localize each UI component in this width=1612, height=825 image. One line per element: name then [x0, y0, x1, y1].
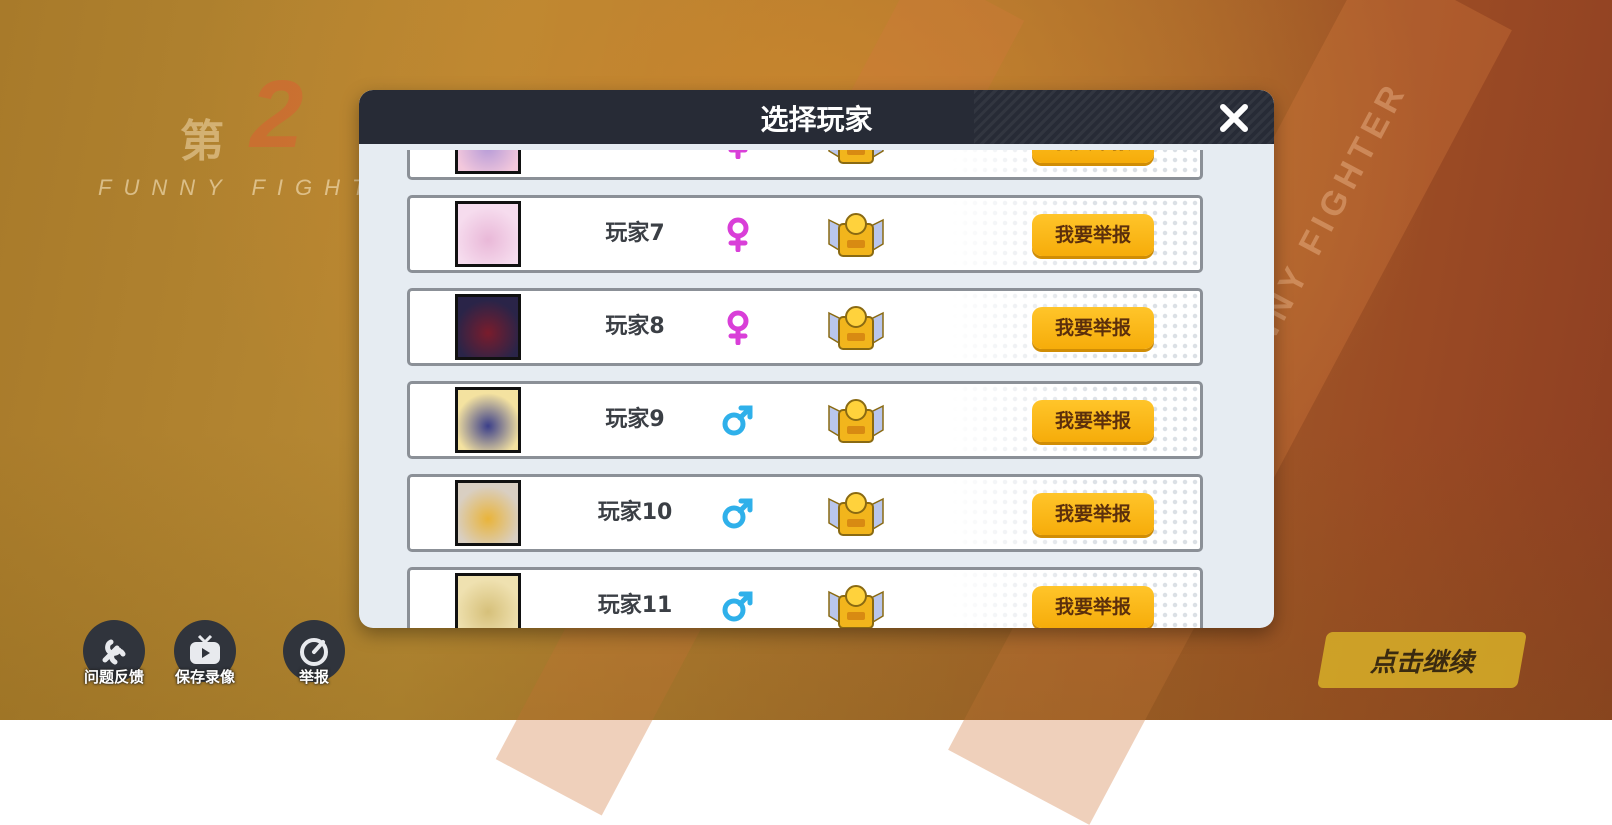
player-name: 玩家7 — [605, 221, 665, 246]
player-avatar — [455, 573, 521, 628]
player-avatar — [455, 387, 521, 453]
player-avatar — [455, 201, 521, 267]
male-icon — [722, 405, 753, 436]
player-row: 我要举报 — [407, 150, 1203, 180]
player-name: 玩家8 — [605, 314, 665, 339]
player-row: 玩家7 我要举报 — [407, 195, 1203, 273]
player-row: 玩家8 我要举报 — [407, 288, 1203, 366]
male-icon — [722, 591, 753, 622]
player-name — [560, 150, 710, 177]
wrench-icon — [102, 639, 126, 665]
female-icon — [727, 217, 749, 252]
player-avatar — [455, 294, 521, 360]
save-replay-button[interactable]: 保存录像 — [173, 620, 237, 687]
close-icon — [1220, 104, 1248, 132]
report-player-button[interactable]: 我要举报 — [1032, 307, 1154, 349]
player-row: 玩家10 我要举报 — [407, 474, 1203, 552]
rank-badge-icon — [828, 585, 884, 628]
rank-badge-icon — [828, 150, 884, 164]
report-player-button[interactable]: 我要举报 — [1032, 586, 1154, 628]
continue-button[interactable]: 点击继续 — [1317, 632, 1527, 688]
report-player-button[interactable]: 我要举报 — [1032, 150, 1154, 163]
player-name: 玩家10 — [597, 500, 673, 525]
report-player-button[interactable]: 我要举报 — [1032, 400, 1154, 442]
feedback-label: 问题反馈 — [83, 668, 144, 686]
close-button[interactable] — [1214, 98, 1254, 138]
report-player-button[interactable]: 我要举报 — [1032, 214, 1154, 256]
player-avatar — [455, 150, 521, 174]
female-icon — [727, 310, 749, 345]
save-replay-label: 保存录像 — [174, 668, 235, 686]
player-name: 玩家9 — [605, 407, 665, 432]
feedback-button[interactable]: 问题反馈 — [82, 620, 146, 687]
rank-badge-icon — [828, 213, 884, 257]
logo-round-number: 2 — [250, 61, 304, 168]
report-gauge-icon — [300, 638, 328, 666]
player-row: 玩家11 我要举报 — [407, 567, 1203, 628]
player-name: 玩家11 — [597, 593, 673, 618]
tv-icon — [190, 634, 220, 664]
select-player-dialog: 选择玩家 我要举报玩家7我要举报玩家8我要举报玩家9我要举报玩家10我要举报玩家… — [359, 90, 1274, 628]
male-icon — [722, 498, 753, 529]
player-list[interactable]: 我要举报玩家7我要举报玩家8我要举报玩家9我要举报玩家10我要举报玩家11我要举… — [407, 150, 1207, 628]
report-tool-button[interactable]: 举报 — [282, 620, 346, 687]
dialog-title: 选择玩家 — [760, 103, 873, 136]
player-row: 玩家9 我要举报 — [407, 381, 1203, 459]
report-player-button[interactable]: 我要举报 — [1032, 493, 1154, 535]
rank-badge-icon — [828, 399, 884, 443]
rank-badge-icon — [828, 306, 884, 350]
player-avatar — [455, 480, 521, 546]
continue-label: 点击继续 — [1369, 647, 1474, 678]
rank-badge-icon — [828, 492, 884, 536]
dialog-header: 选择玩家 — [359, 90, 1274, 144]
report-tool-label: 举报 — [298, 668, 329, 686]
logo-round-prefix: 第 — [180, 116, 224, 167]
female-icon — [728, 150, 748, 159]
